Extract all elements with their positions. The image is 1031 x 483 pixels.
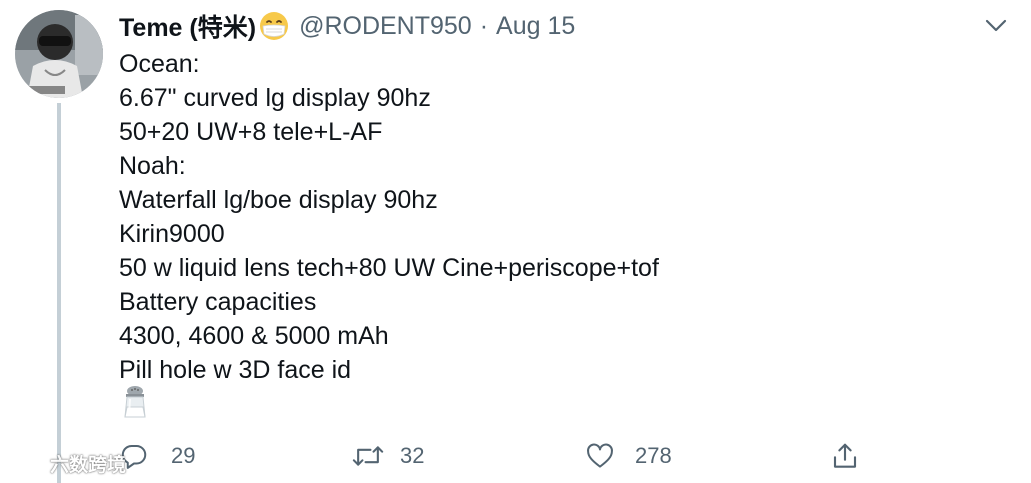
author-handle[interactable]: @RODENT950 bbox=[299, 12, 472, 41]
tweet-line: 50+20 UW+8 tele+L-AF bbox=[119, 118, 383, 146]
tweet[interactable]: Teme (特米) @RODENT950 · Aug 15 Ocean: 6.6… bbox=[0, 0, 1031, 483]
chevron-down-icon bbox=[985, 19, 1007, 32]
tweet-line: Battery capacities bbox=[119, 288, 317, 316]
tweet-date[interactable]: Aug 15 bbox=[496, 12, 575, 41]
heart-icon bbox=[587, 443, 613, 468]
retweet-count: 32 bbox=[400, 443, 425, 468]
tweet-line: 4300, 4600 & 5000 mAh bbox=[119, 322, 389, 350]
avatar[interactable] bbox=[15, 10, 103, 98]
like-count: 278 bbox=[635, 443, 672, 468]
author-display-name[interactable]: Teme (特米) bbox=[119, 8, 256, 44]
more-options-button[interactable] bbox=[982, 12, 1010, 40]
salt-shaker-emoji bbox=[121, 385, 149, 419]
watermark-logo-icon bbox=[6, 453, 44, 473]
face-with-medical-mask-emoji bbox=[259, 11, 289, 41]
avatar-image bbox=[15, 10, 103, 98]
share-button[interactable] bbox=[830, 436, 860, 476]
tweet-text: Ocean: 6.67" curved lg display 90hz 50+2… bbox=[119, 47, 999, 387]
like-button[interactable]: 278 bbox=[585, 436, 672, 476]
tweet-line: Pill hole w 3D face id bbox=[119, 356, 352, 384]
tweet-line: Noah: bbox=[119, 152, 186, 180]
reply-button[interactable]: 29 bbox=[119, 436, 195, 476]
retweet-button[interactable]: 32 bbox=[352, 436, 424, 476]
watermark: 六数跨境 bbox=[6, 448, 126, 478]
watermark-text: 六数跨境 bbox=[50, 454, 127, 476]
tweet-line: Ocean: bbox=[119, 50, 200, 78]
header-separator: · bbox=[479, 11, 489, 40]
tweet-actions: 29 32 278 bbox=[119, 436, 879, 476]
tweet-header: Teme (特米) @RODENT950 · Aug 15 bbox=[119, 8, 575, 44]
retweet-icon bbox=[352, 446, 384, 466]
tweet-line: 6.67" curved lg display 90hz bbox=[119, 84, 431, 112]
share-icon bbox=[833, 443, 857, 468]
tweet-line: 50 w liquid lens tech+80 UW Cine+perisco… bbox=[119, 254, 659, 282]
tweet-line: Kirin9000 bbox=[119, 220, 225, 248]
reply-count: 29 bbox=[171, 443, 196, 468]
tweet-line: Waterfall lg/boe display 90hz bbox=[119, 186, 438, 214]
thread-connector-line bbox=[57, 103, 61, 483]
